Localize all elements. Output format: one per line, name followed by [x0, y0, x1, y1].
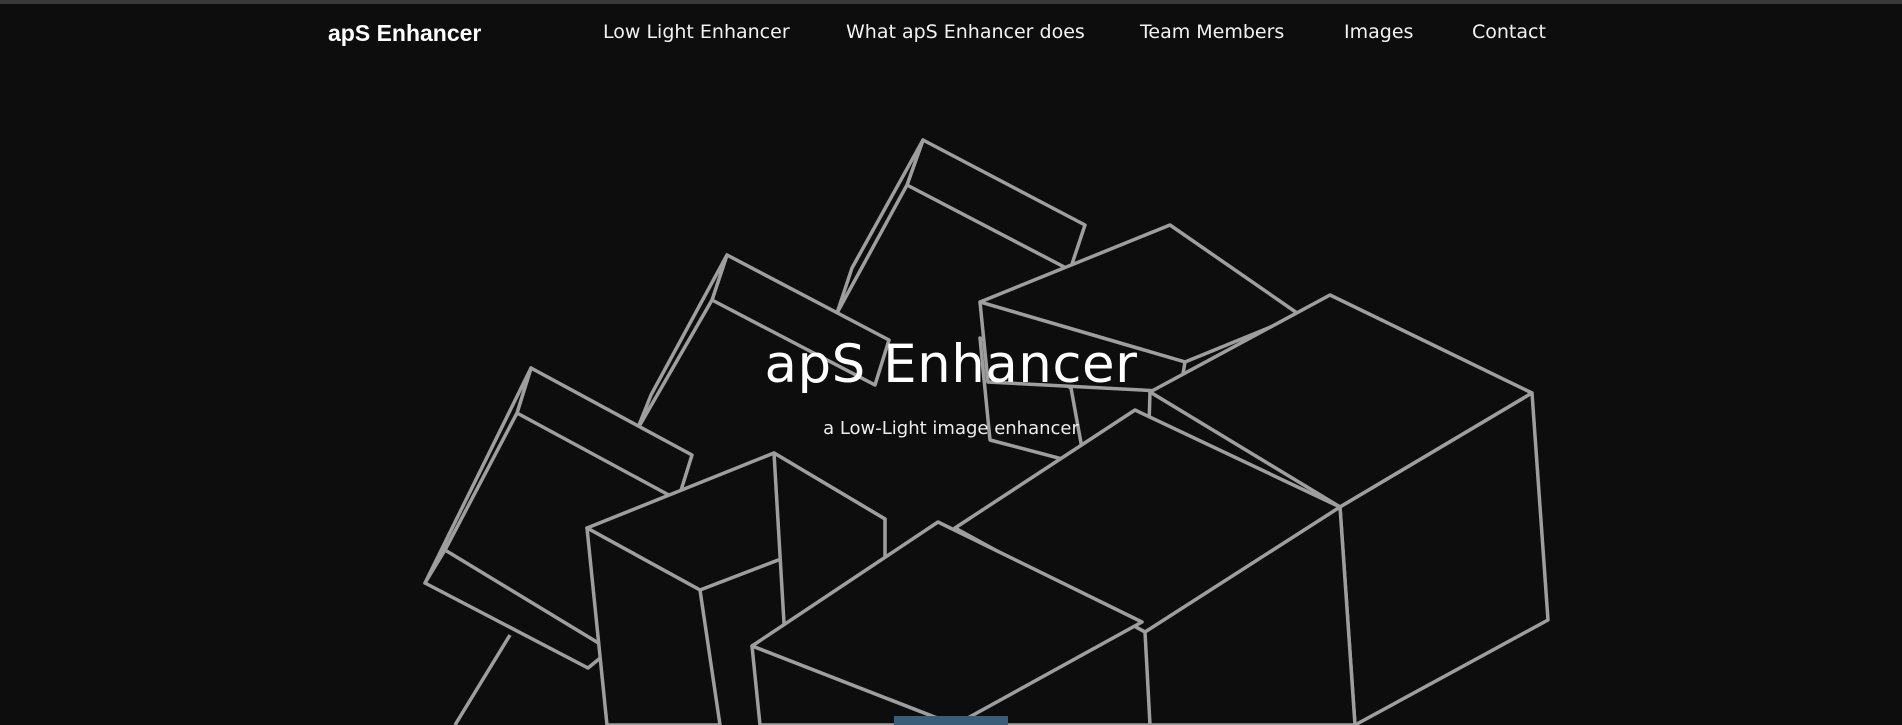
brand-logo-link[interactable]: apS Enhancer: [328, 20, 481, 47]
navbar: apS Enhancer Low Light Enhancer What apS…: [0, 4, 1902, 62]
nav-link-team-members[interactable]: Team Members: [1140, 21, 1284, 43]
nav-link-low-light-enhancer[interactable]: Low Light Enhancer: [603, 21, 790, 43]
hero-subtitle: a Low-Light image enhancer: [823, 418, 1079, 439]
hero-call-to-action-button[interactable]: [894, 716, 1008, 725]
nav-link-contact[interactable]: Contact: [1472, 21, 1546, 43]
nav-link-what-aps-enhancer-does[interactable]: What apS Enhancer does: [846, 21, 1085, 43]
hero-title: apS Enhancer: [764, 334, 1138, 395]
nav-link-images[interactable]: Images: [1344, 21, 1413, 43]
